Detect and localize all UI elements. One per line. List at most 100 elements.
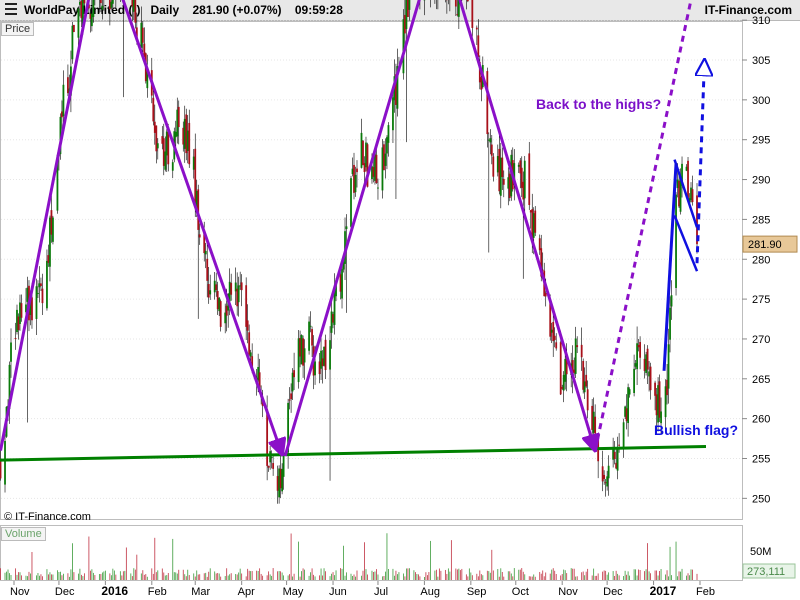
candle-body [486, 71, 489, 135]
candle-body [272, 463, 275, 469]
candle-body [350, 178, 352, 227]
svg-text:273,111: 273,111 [747, 566, 785, 578]
annotation-back-to-highs: Back to the highs? [536, 96, 662, 112]
candle-body [288, 399, 291, 401]
candle-body [240, 282, 243, 291]
candle-body [92, 0, 95, 18]
x-tick-label: Jul [374, 586, 388, 598]
candle-body [392, 97, 394, 131]
candle-body [246, 320, 249, 331]
candle-body [574, 338, 577, 374]
candle-body [377, 187, 379, 189]
candle-body [477, 35, 480, 58]
candle-body [209, 290, 212, 295]
candle-body [586, 389, 589, 411]
candle-body [206, 258, 209, 281]
x-tick-label: 2017 [650, 584, 677, 598]
candle-body [492, 156, 495, 177]
candle-body [555, 342, 558, 349]
candle-body [356, 168, 358, 173]
y-tick-label: 250 [752, 493, 770, 505]
candle-body [111, 0, 114, 4]
candle-body [249, 352, 252, 357]
x-tick-label: May [283, 586, 304, 598]
x-tick-label: Nov [10, 586, 30, 598]
candle-body [324, 339, 327, 371]
candle-body [669, 307, 671, 340]
candle-body [475, 27, 478, 30]
candle-body [215, 284, 218, 291]
candle-body [553, 335, 556, 341]
candle-body [141, 27, 144, 43]
price-chart[interactable]: 2502552602652702752802852902953003053103… [0, 0, 800, 600]
candle-body [237, 285, 240, 303]
x-tick-label: Mar [191, 586, 210, 598]
x-tick-label: Feb [696, 586, 715, 598]
candle-body [454, 0, 457, 7]
candle-body [603, 474, 606, 479]
x-tick-label: Aug [420, 586, 440, 598]
x-tick-label: Apr [238, 586, 255, 598]
candle-body [177, 106, 180, 128]
candle-body [691, 189, 694, 203]
last-volume-badge: 273,111 [742, 563, 796, 579]
candle-body [101, 5, 104, 10]
candle-body [594, 416, 597, 434]
candle-body [616, 447, 619, 471]
candle-body [329, 340, 331, 370]
candle-body [675, 194, 677, 288]
candle-body [523, 160, 526, 199]
candle-body [613, 451, 616, 460]
candle-body [230, 282, 233, 295]
candle-body [270, 457, 273, 459]
candle-body [134, 0, 137, 23]
copyright-label: © IT-Finance.com [4, 511, 91, 523]
candle-body [490, 144, 493, 156]
candle-body [354, 174, 357, 193]
candle-body [501, 157, 504, 177]
volume-axis-label: 50M [750, 546, 771, 558]
y-tick-label: 265 [752, 374, 770, 386]
candle-body [311, 329, 313, 346]
candle-body [46, 260, 48, 309]
y-tick-label: 305 [752, 55, 770, 67]
candle-body [4, 440, 6, 485]
candle-body [293, 370, 295, 378]
candle-body [345, 226, 348, 230]
candle-body [408, 0, 411, 10]
volume-plot-area [0, 525, 743, 581]
chart-window: WorldPay Limited (-) Daily 281.90 (+0.07… [0, 0, 800, 600]
x-tick-label: Oct [512, 586, 529, 598]
candle-body [40, 283, 42, 286]
candle-body [10, 342, 12, 362]
candle-body [37, 292, 39, 294]
candle-body [601, 466, 604, 482]
y-tick-label: 270 [752, 334, 770, 346]
candle-body [471, 0, 474, 28]
candle-body [73, 24, 75, 32]
y-tick-label: 290 [752, 175, 770, 187]
candle-body [41, 288, 44, 304]
candle-body [622, 422, 625, 448]
candle-body [290, 393, 292, 400]
candle-body [269, 451, 272, 463]
x-tick-label: Jun [329, 586, 347, 598]
candle-body [667, 344, 670, 389]
x-tick-label: Dec [603, 586, 623, 598]
candle-body [62, 84, 65, 117]
candle-body [639, 342, 641, 358]
candle-body [35, 286, 38, 319]
candle-body [204, 250, 207, 255]
candle-body [466, 0, 469, 2]
candle-body [387, 125, 390, 143]
candle-body [219, 301, 222, 327]
candle-body [83, 0, 86, 4]
candle-body [198, 234, 201, 238]
y-tick-label: 260 [752, 414, 770, 426]
x-tick-label: 2016 [101, 584, 128, 598]
y-tick-label: 255 [752, 454, 770, 466]
candle-body [618, 444, 621, 446]
candle-body [188, 122, 191, 165]
candle-body [152, 97, 155, 122]
last-price-badge: 281.90 [742, 235, 798, 253]
